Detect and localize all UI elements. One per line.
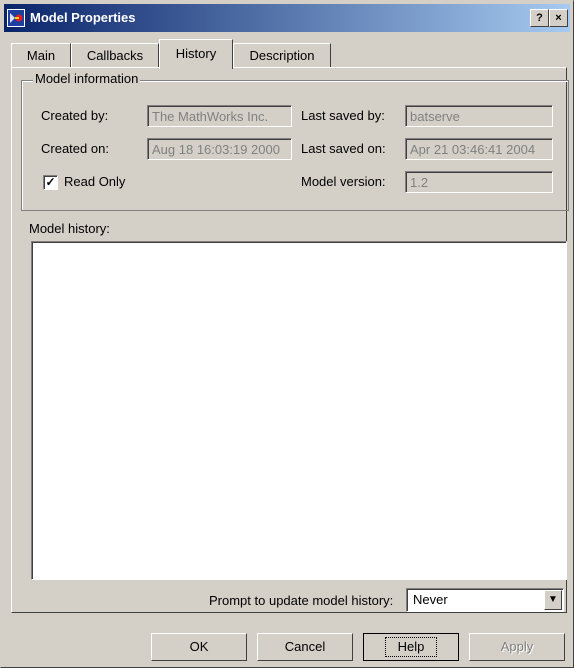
help-button[interactable]: Help bbox=[363, 633, 459, 661]
last-saved-on-field[interactable]: Apr 21 03:46:41 2004 bbox=[405, 138, 553, 160]
tab-history[interactable]: History bbox=[159, 39, 233, 69]
tab-description[interactable]: Description bbox=[233, 43, 331, 68]
tab-callbacks[interactable]: Callbacks bbox=[71, 43, 159, 68]
model-version-field[interactable]: 1.2 bbox=[405, 171, 553, 193]
prompt-update-selected-value: Never bbox=[413, 592, 448, 607]
cancel-button-label: Cancel bbox=[284, 639, 326, 654]
cancel-button[interactable]: Cancel bbox=[257, 633, 353, 661]
model-history-textarea[interactable] bbox=[31, 241, 567, 580]
ok-button[interactable]: OK bbox=[151, 633, 247, 661]
last-saved-by-field[interactable]: batserve bbox=[405, 105, 553, 127]
window-title: Model Properties bbox=[30, 10, 136, 25]
last-saved-by-label: Last saved by: bbox=[301, 108, 385, 123]
title-bar[interactable]: Model Properties ? × bbox=[4, 4, 570, 32]
prompt-update-select[interactable]: Never ▼ bbox=[406, 588, 564, 612]
simulink-model-icon bbox=[7, 9, 25, 27]
ok-button-label: OK bbox=[189, 639, 209, 654]
apply-button[interactable]: Apply bbox=[469, 633, 565, 661]
model-properties-dialog: Model Properties ? × Main Callbacks Hist… bbox=[0, 0, 574, 668]
model-version-label: Model version: bbox=[301, 174, 386, 189]
created-on-field[interactable]: Aug 18 16:03:19 2000 bbox=[147, 138, 292, 160]
read-only-label[interactable]: Read Only bbox=[64, 174, 125, 189]
created-on-label: Created on: bbox=[41, 141, 109, 156]
help-title-button[interactable]: ? bbox=[530, 9, 549, 27]
prompt-update-label: Prompt to update model history: bbox=[209, 593, 394, 608]
created-by-label: Created by: bbox=[41, 108, 109, 123]
tab-main[interactable]: Main bbox=[11, 43, 71, 68]
model-history-label: Model history: bbox=[29, 221, 110, 236]
close-title-button[interactable]: × bbox=[549, 9, 568, 27]
help-button-label: Help bbox=[384, 637, 438, 657]
model-information-legend: Model information bbox=[33, 71, 141, 86]
created-by-field[interactable]: The MathWorks Inc. bbox=[147, 105, 292, 127]
read-only-checkbox[interactable]: ✓ bbox=[43, 175, 58, 190]
apply-button-label: Apply bbox=[500, 639, 534, 654]
last-saved-on-label: Last saved on: bbox=[301, 141, 386, 156]
chevron-down-icon[interactable]: ▼ bbox=[544, 590, 562, 610]
